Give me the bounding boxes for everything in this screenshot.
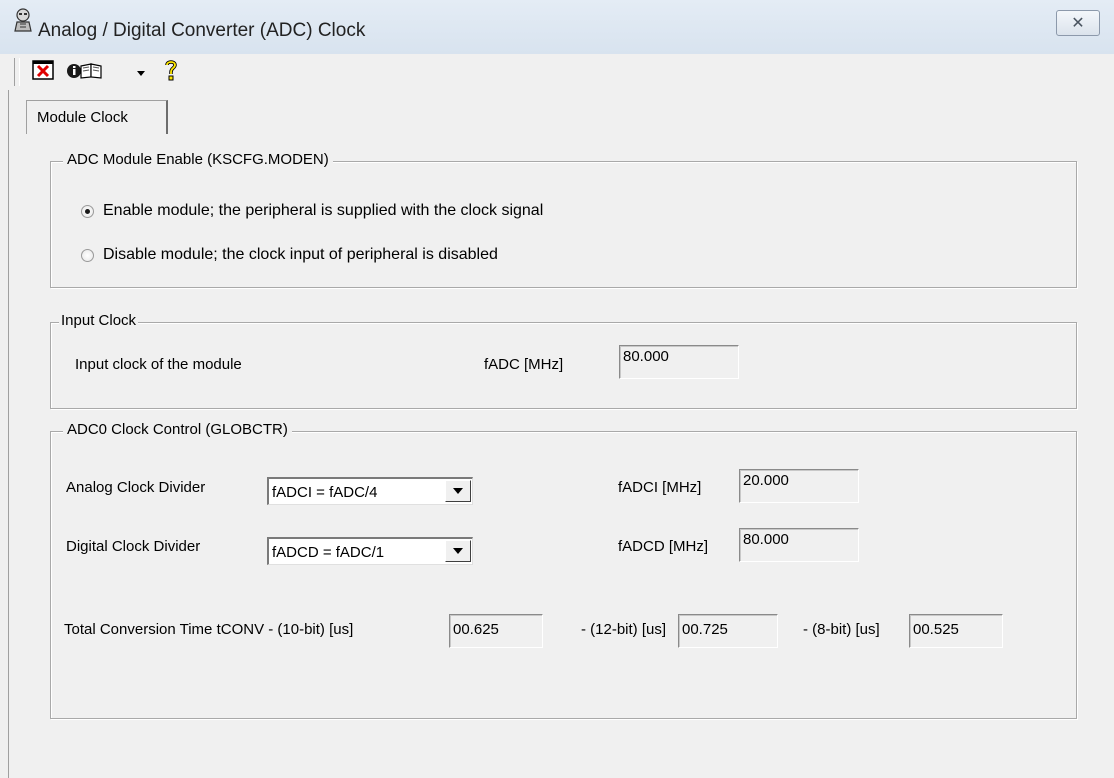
- module-enable-legend: ADC Module Enable (KSCFG.MODEN): [63, 151, 333, 168]
- help-button[interactable]: [160, 59, 182, 85]
- close-window-button[interactable]: ✕: [1056, 10, 1100, 36]
- close-document-button[interactable]: [28, 59, 58, 85]
- analog-divider-select[interactable]: fADCI = fADC/4: [267, 477, 473, 505]
- clock-control-group: ADC0 Clock Control (GLOBCTR) Analog Cloc…: [50, 421, 1077, 719]
- tconv-10bit-field: 00.625: [449, 614, 543, 648]
- info-button[interactable]: [64, 59, 104, 85]
- tconv-12bit-field: 00.725: [678, 614, 778, 648]
- fadcd-value-field: 80.000: [739, 528, 859, 562]
- tab-label: Module Clock: [37, 109, 128, 126]
- input-clock-group: Input Clock Input clock of the module fA…: [50, 312, 1077, 409]
- toolbar: [0, 54, 1114, 90]
- client-area: Module Clock ADC Module Enable (KSCFG.MO…: [0, 90, 1114, 778]
- help-icon: [164, 59, 178, 85]
- digital-dropdown-button[interactable]: [445, 540, 471, 562]
- digital-divider-label: Digital Clock Divider: [66, 538, 201, 555]
- digital-divider-value: fADCD = fADC/1: [272, 544, 385, 561]
- radio-enable-module[interactable]: Enable module; the peripheral is supplie…: [81, 202, 543, 220]
- radio-disable-label: Disable module; the clock input of perip…: [103, 246, 498, 263]
- clock-control-legend: ADC0 Clock Control (GLOBCTR): [63, 421, 292, 438]
- chevron-down-icon: [453, 488, 463, 494]
- fadci-label: fADCI [MHz]: [618, 479, 702, 496]
- analog-divider-value: fADCI = fADC/4: [272, 484, 378, 501]
- toolbar-grip[interactable]: [14, 58, 20, 86]
- fadci-value-field: 20.000: [739, 469, 859, 503]
- tconv-12bit-label: - (12-bit) [us]: [581, 621, 667, 638]
- fadc-label: fADC [MHz]: [484, 356, 564, 373]
- radio-button-unchecked[interactable]: [81, 248, 94, 262]
- tab-module-clock[interactable]: Module Clock: [26, 100, 168, 134]
- fadc-value-field: 80.000: [619, 345, 739, 379]
- title-bar: Analog / Digital Converter (ADC) Clock ✕: [0, 0, 1114, 54]
- input-clock-legend: Input Clock: [59, 312, 139, 329]
- left-edge-divider: [8, 90, 9, 778]
- info-book-icon: [66, 60, 102, 84]
- window-title: Analog / Digital Converter (ADC) Clock: [38, 20, 366, 41]
- dropdown-arrow-icon: [137, 64, 145, 81]
- fadcd-label: fADCD [MHz]: [618, 538, 708, 555]
- app-icon: [12, 8, 34, 32]
- tconv-label: Total Conversion Time tCONV - (10-bit) […: [64, 621, 354, 638]
- radio-enable-label: Enable module; the peripheral is supplie…: [103, 202, 544, 219]
- analog-dropdown-button[interactable]: [445, 480, 471, 502]
- module-enable-group: ADC Module Enable (KSCFG.MODEN) Enable m…: [50, 151, 1077, 288]
- input-clock-description: Input clock of the module: [75, 356, 242, 373]
- close-icon: ✕: [1071, 15, 1085, 32]
- tconv-8bit-field: 00.525: [909, 614, 1003, 648]
- close-document-icon: [32, 60, 54, 84]
- radio-disable-module[interactable]: Disable module; the clock input of perip…: [81, 246, 498, 264]
- toolbar-dropdown-button[interactable]: [134, 59, 148, 85]
- digital-divider-select[interactable]: fADCD = fADC/1: [267, 537, 473, 565]
- tconv-8bit-label: - (8-bit) [us]: [803, 621, 880, 638]
- radio-button-checked[interactable]: [81, 204, 94, 218]
- chevron-down-icon: [453, 548, 463, 554]
- analog-divider-label: Analog Clock Divider: [66, 479, 206, 496]
